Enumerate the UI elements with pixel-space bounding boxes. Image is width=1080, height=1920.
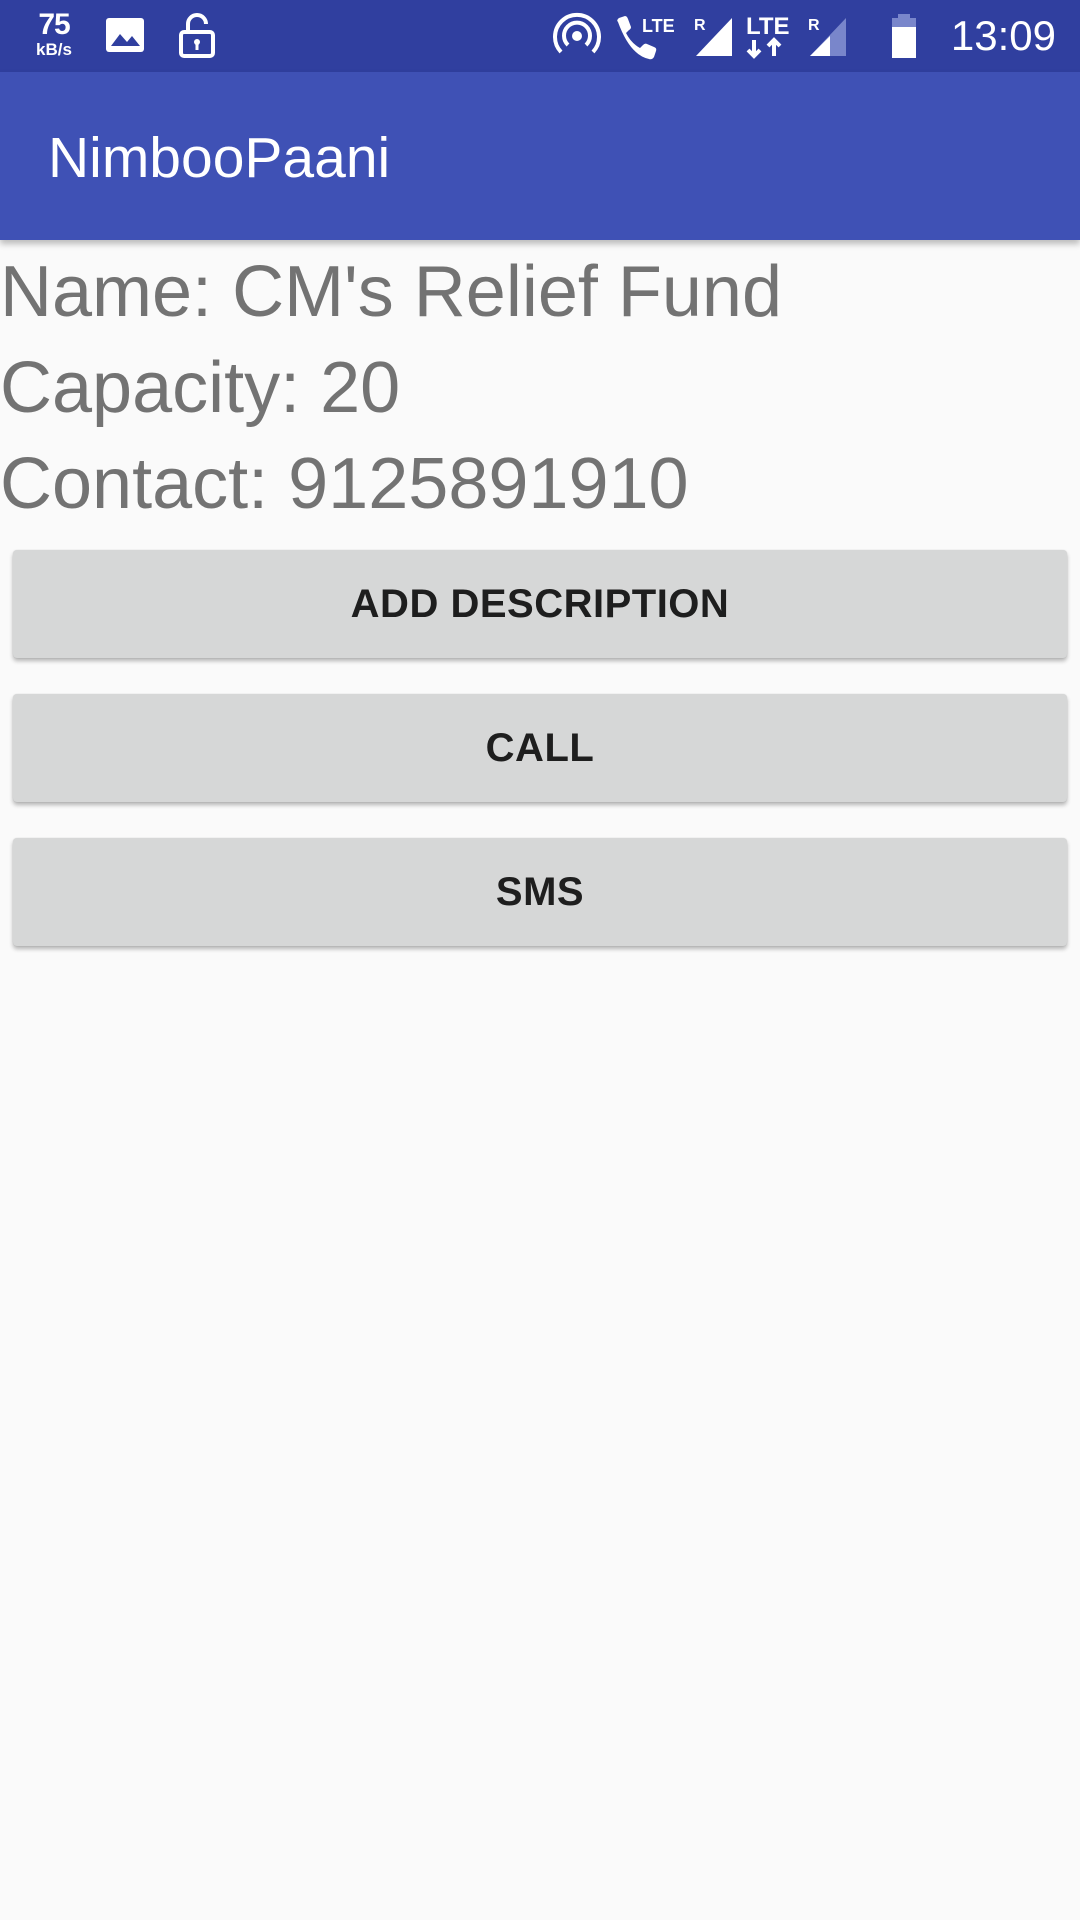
svg-text:R: R (808, 17, 820, 34)
volte-call-icon: LTE (617, 16, 675, 60)
app-title: NimbooPaani (48, 126, 391, 190)
battery-icon (892, 14, 916, 58)
network-speed-indicator: 75 kB/s (30, 8, 78, 59)
name-label: Name: CM's Relief Fund (0, 252, 782, 332)
unlock-icon (179, 13, 215, 58)
network-speed-unit: kB/s (36, 40, 72, 59)
call-button[interactable]: CALL (13, 694, 1067, 802)
add-description-button[interactable]: ADD DESCRIPTION (13, 550, 1067, 658)
lte-data-icon: LTE (746, 13, 790, 59)
signal-roaming-icon: R (694, 17, 732, 56)
sms-button[interactable]: SMS (13, 838, 1067, 946)
network-speed-value: 75 (38, 8, 70, 41)
signal-roaming-weak-icon: R (808, 17, 846, 56)
capacity-label: Capacity: 20 (0, 348, 401, 428)
svg-text:R: R (694, 17, 706, 34)
svg-text:LTE: LTE (642, 16, 675, 36)
hotspot-icon (553, 12, 601, 54)
image-icon (106, 18, 144, 52)
status-bar: 75 kB/s LTE R LTE R 13:09 (0, 0, 1080, 72)
app-bar: NimbooPaani (0, 72, 1080, 240)
clock: 13:09 (950, 12, 1056, 59)
svg-text:LTE: LTE (746, 13, 790, 40)
contact-label: Contact: 9125891910 (0, 444, 689, 524)
